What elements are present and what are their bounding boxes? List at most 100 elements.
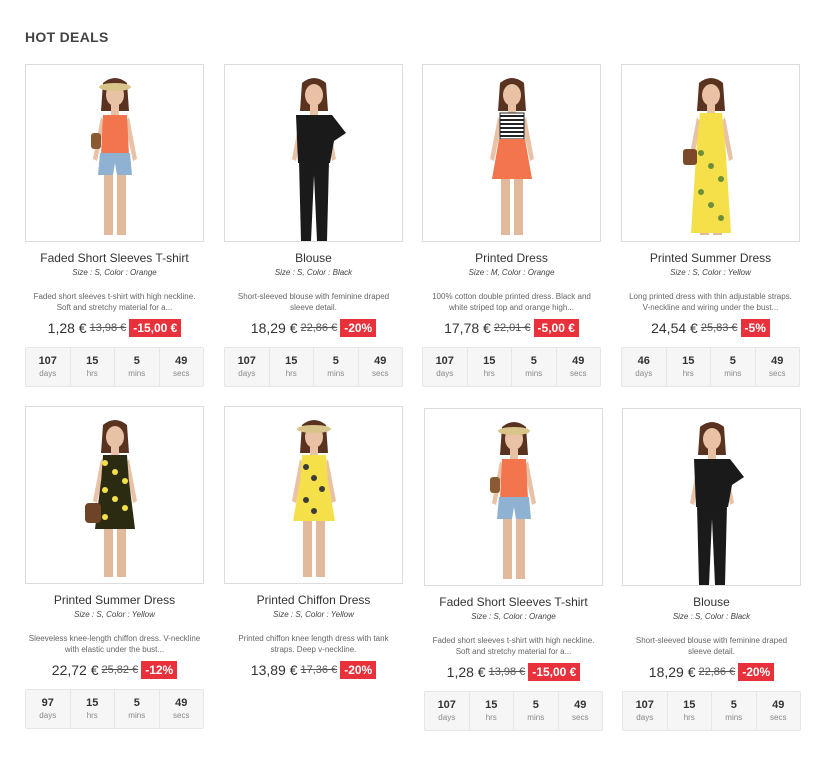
product-name[interactable]: Printed Summer Dress [621, 251, 800, 266]
product-attributes: Size : M, Color : Orange [468, 268, 555, 277]
countdown-hrs-label: hrs [483, 369, 495, 378]
product-card: Blouse Size : S, Color : Black Short-sle… [224, 64, 403, 387]
countdown-mins-value: 5 [729, 355, 736, 367]
countdown-secs-value: 49 [175, 355, 188, 367]
countdown-days-value: 107 [38, 355, 57, 367]
countdown-days: 107 days [26, 348, 71, 386]
countdown-mins-label: mins [327, 369, 345, 378]
discount-badge: -20% [738, 663, 775, 681]
countdown-secs-label: secs [173, 711, 190, 720]
countdown-secs-label: secs [570, 369, 587, 378]
product-image[interactable] [224, 406, 403, 584]
old-price: 13,98 € [89, 322, 127, 334]
countdown-mins-label: mins [725, 713, 743, 722]
product-attributes: Size : S, Color : Yellow [273, 610, 354, 619]
countdown-days: 107 days [225, 348, 270, 386]
countdown-hrs-label: hrs [86, 369, 98, 378]
countdown-mins-label: mins [525, 369, 543, 378]
discount-badge: -20% [340, 319, 377, 337]
countdown-mins-label: mins [724, 369, 742, 378]
countdown-hrs-value: 15 [86, 697, 99, 709]
product-name[interactable]: Faded Short Sleeves T-shirt [424, 595, 603, 610]
product-name[interactable]: Printed Dress [422, 251, 601, 266]
product-card: Printed Summer Dress Size : S, Color : Y… [621, 64, 800, 387]
countdown-days-label: days [39, 369, 57, 378]
countdown-mins-value: 5 [133, 355, 140, 367]
product-name[interactable]: Printed Chiffon Dress [224, 593, 403, 608]
product-attributes: Size : S, Color : Yellow [670, 268, 751, 277]
product-attributes: Size : S, Color : Yellow [74, 610, 155, 619]
countdown-mins-value: 5 [133, 697, 140, 709]
product-attributes: Size : S, Color : Orange [72, 268, 157, 277]
countdown-mins-label: mins [527, 713, 545, 722]
product-attributes: Size : S, Color : Black [672, 612, 751, 621]
countdown-mins-label: mins [128, 711, 146, 720]
product-image[interactable] [25, 406, 204, 584]
countdown-secs-value: 49 [771, 355, 784, 367]
discount-badge: -5% [740, 319, 770, 337]
product-card: Printed Dress Size : M, Color : Orange 1… [422, 64, 601, 387]
current-price: 1,28 € [446, 664, 486, 680]
countdown-hrs-value: 15 [682, 355, 695, 367]
countdown-days: 46 days [622, 348, 667, 386]
current-price: 1,28 € [47, 320, 87, 336]
countdown-hrs-value: 15 [485, 699, 498, 711]
product-description: Sleeveless knee-length chiffon dress. V-… [28, 634, 201, 654]
price-row: 17,78 € 22,01 € -5,00 € [422, 319, 601, 337]
product-image[interactable] [25, 64, 204, 242]
countdown-days-value: 107 [635, 699, 654, 711]
countdown-days: 107 days [423, 348, 468, 386]
countdown-days-value: 107 [437, 699, 456, 711]
countdown-mins-value: 5 [332, 355, 339, 367]
countdown-mins: 5 mins [115, 348, 160, 386]
countdown-secs-label: secs [769, 369, 786, 378]
price-row: 13,89 € 17,36 € -20% [224, 661, 403, 679]
price-row: 18,29 € 22,86 € -20% [622, 663, 801, 681]
countdown-mins: 5 mins [115, 690, 160, 728]
product-description: Long printed dress with thin adjustable … [629, 292, 792, 312]
product-image[interactable] [621, 64, 800, 242]
countdown-hrs: 15 hrs [667, 348, 711, 386]
countdown-days-label: days [436, 369, 454, 378]
product-name[interactable]: Blouse [622, 595, 801, 610]
countdown-timer: 107 days 15 hrs 5 mins 49 secs [224, 347, 403, 387]
product-image[interactable] [224, 64, 403, 242]
product-image[interactable] [622, 408, 801, 586]
countdown-secs-label: secs [372, 369, 389, 378]
section-title: HOT DEALS [25, 29, 109, 45]
current-price: 18,29 € [648, 664, 696, 680]
product-name[interactable]: Printed Summer Dress [25, 593, 204, 608]
product-attributes: Size : S, Color : Black [274, 268, 353, 277]
price-row: 1,28 € 13,98 € -15,00 € [25, 319, 204, 337]
countdown-hrs-label: hrs [683, 713, 695, 722]
countdown-hrs: 15 hrs [468, 348, 512, 386]
countdown-secs: 49 secs [557, 348, 601, 386]
product-description: Faded short sleeves t-shirt with high ne… [33, 292, 196, 312]
countdown-secs-value: 49 [574, 699, 587, 711]
current-price: 22,72 € [51, 662, 99, 678]
product-attributes: Size : S, Color : Orange [471, 612, 556, 621]
old-price: 17,36 € [300, 664, 338, 676]
countdown-secs-value: 49 [374, 355, 387, 367]
product-description: Faded short sleeves t-shirt with high ne… [432, 636, 595, 656]
product-image[interactable] [424, 408, 603, 586]
woman-orange-tank-jeans-shorts-icon [26, 65, 203, 241]
countdown-mins-value: 5 [730, 699, 737, 711]
product-name[interactable]: Blouse [224, 251, 403, 266]
product-description: Short-sleeved blouse with feminine drape… [635, 636, 788, 656]
countdown-mins-value: 5 [532, 699, 539, 711]
countdown-mins: 5 mins [712, 692, 757, 730]
price-row: 18,29 € 22,86 € -20% [224, 319, 403, 337]
product-image[interactable] [422, 64, 601, 242]
countdown-days-value: 46 [637, 355, 650, 367]
countdown-days: 107 days [425, 692, 470, 730]
old-price: 22,01 € [493, 322, 531, 334]
countdown-mins: 5 mins [512, 348, 557, 386]
product-description: Short-sleeved blouse with feminine drape… [237, 292, 390, 312]
countdown-mins: 5 mins [514, 692, 559, 730]
product-card: Printed Chiffon Dress Size : S, Color : … [224, 406, 403, 679]
price-row: 1,28 € 13,98 € -15,00 € [424, 663, 603, 681]
countdown-hrs: 15 hrs [71, 348, 115, 386]
product-name[interactable]: Faded Short Sleeves T-shirt [25, 251, 204, 266]
countdown-secs-value: 49 [175, 697, 188, 709]
